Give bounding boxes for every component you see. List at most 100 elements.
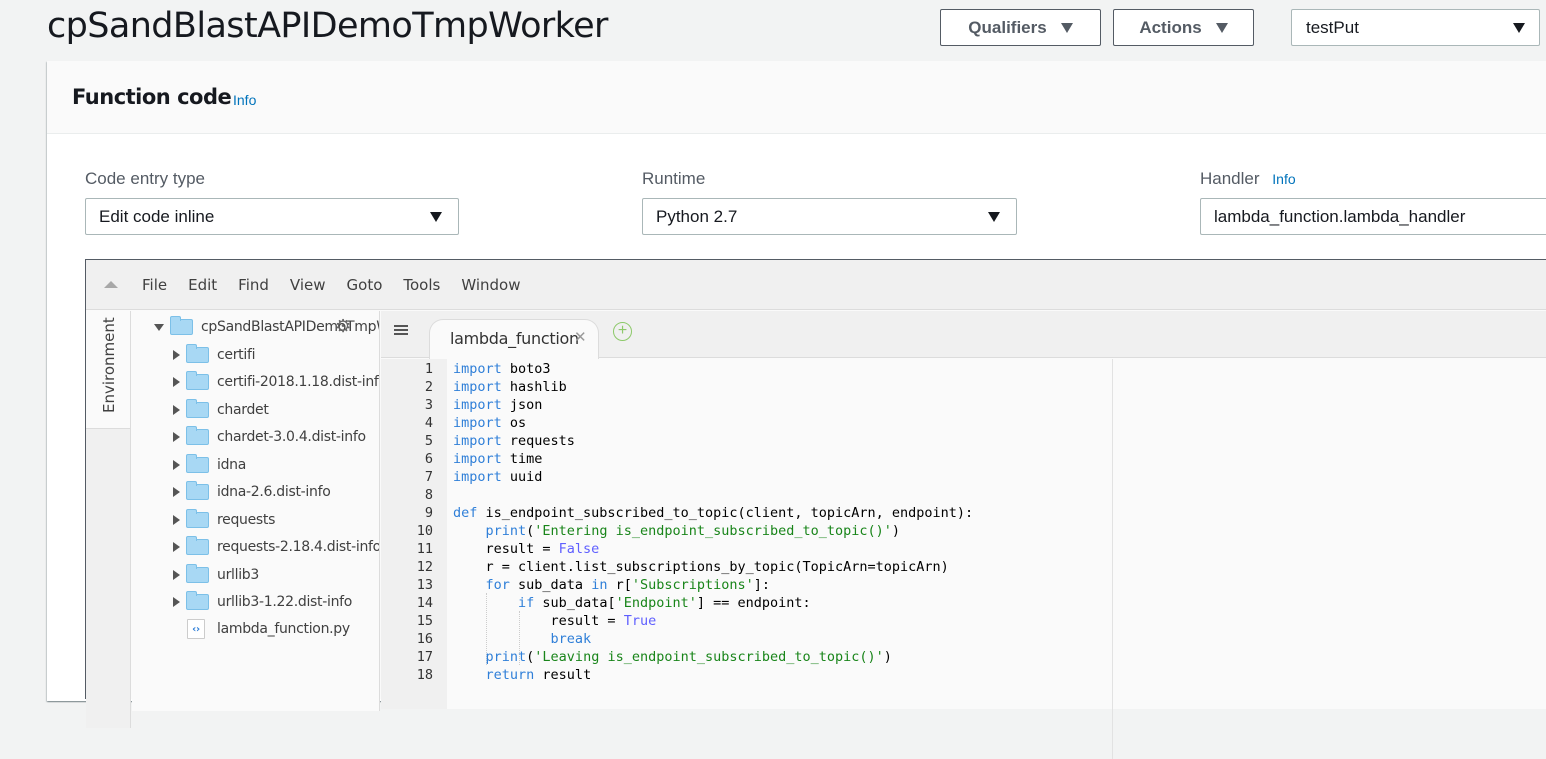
tree-folder[interactable]: urllib3-1.22.dist-info bbox=[173, 591, 352, 613]
collapse-icon[interactable] bbox=[104, 281, 118, 288]
tree-folder-label: chardet-3.0.4.dist-info bbox=[217, 429, 366, 445]
folder-icon bbox=[186, 426, 209, 445]
line-number-gutter: 1 2 3 4 5 6 7 8 9 10 11 12 13 14 15 16 17 18 bbox=[381, 359, 447, 709]
code-line[interactable]: import time bbox=[453, 450, 542, 468]
code-entry-type-value: Edit code inline bbox=[99, 206, 215, 226]
environment-tab[interactable]: Environment bbox=[86, 311, 131, 428]
actions-button[interactable]: Actions bbox=[1113, 9, 1254, 46]
code-entry-type-select[interactable]: Edit code inline bbox=[85, 198, 459, 235]
line-number: 1 bbox=[424, 361, 433, 377]
page-title: cpSandBlastAPIDemoTmpWorker bbox=[47, 6, 608, 46]
caret-down-icon bbox=[1060, 22, 1073, 33]
expanded-arrow-icon bbox=[154, 323, 164, 331]
folder-icon bbox=[170, 316, 193, 335]
tree-folder[interactable]: requests bbox=[173, 509, 275, 531]
handler-label: Handler bbox=[1200, 169, 1260, 188]
code-line[interactable]: import requests bbox=[453, 432, 575, 450]
line-number: 14 bbox=[416, 595, 433, 611]
tree-folder[interactable]: certifi bbox=[173, 344, 255, 366]
line-number: 3 bbox=[424, 397, 433, 413]
tree-folder[interactable]: idna-2.6.dist-info bbox=[173, 481, 331, 503]
code-line[interactable]: import os bbox=[453, 414, 526, 432]
tabs-menu-icon[interactable] bbox=[394, 325, 408, 338]
code-line[interactable]: import json bbox=[453, 396, 542, 414]
menu-file[interactable]: File bbox=[142, 276, 167, 294]
collapsed-arrow-icon bbox=[173, 487, 180, 497]
code-line[interactable]: import uuid bbox=[453, 468, 542, 486]
print-margin bbox=[1112, 359, 1113, 759]
code-line[interactable]: def is_endpoint_subscribed_to_topic(clie… bbox=[453, 504, 973, 522]
tree-folder[interactable]: chardet bbox=[173, 399, 269, 421]
line-number: 7 bbox=[424, 469, 433, 485]
menu-goto[interactable]: Goto bbox=[347, 276, 383, 294]
runtime-select[interactable]: Python 2.7 bbox=[642, 198, 1017, 235]
actions-label: Actions bbox=[1139, 17, 1202, 37]
folder-icon bbox=[186, 509, 209, 528]
menu-view[interactable]: View bbox=[290, 276, 326, 294]
collapsed-arrow-icon bbox=[173, 542, 180, 552]
tree-file[interactable]: ‹› lambda_function.py bbox=[186, 618, 350, 640]
side-tab-strip bbox=[86, 428, 131, 728]
qualifiers-button[interactable]: Qualifiers bbox=[940, 9, 1101, 46]
runtime-value: Python 2.7 bbox=[656, 206, 738, 226]
add-tab-icon[interactable]: + bbox=[613, 322, 632, 341]
code-line[interactable]: return result bbox=[453, 666, 592, 684]
folder-icon bbox=[186, 371, 209, 390]
tree-folder-label: chardet bbox=[217, 402, 269, 418]
code-area[interactable]: import boto3 import hashlib import json imp… bbox=[447, 359, 1546, 759]
code-line[interactable]: result = False bbox=[453, 540, 600, 558]
code-line[interactable]: import boto3 bbox=[453, 360, 551, 378]
menu-find[interactable]: Find bbox=[238, 276, 269, 294]
function-code-info-link[interactable]: Info bbox=[233, 92, 256, 108]
menu-tools[interactable]: Tools bbox=[403, 276, 440, 294]
python-file-icon: ‹› bbox=[187, 619, 205, 639]
code-line[interactable]: if sub_data['Endpoint'] == endpoint: bbox=[453, 594, 811, 612]
tab-label: lambda_function bbox=[450, 329, 579, 348]
caret-down-icon bbox=[1513, 22, 1525, 33]
code-line[interactable]: break bbox=[453, 630, 592, 648]
editor-tab-bar: lambda_function ✕ + bbox=[381, 311, 1546, 359]
code-line[interactable]: r = client.list_subscriptions_by_topic(T… bbox=[453, 558, 949, 576]
tree-folder[interactable]: idna bbox=[173, 454, 246, 476]
code-line[interactable]: print('Entering is_endpoint_subscribed_t… bbox=[453, 522, 901, 540]
tree-folder-label: urllib3 bbox=[217, 567, 259, 583]
line-number: 13 bbox=[416, 577, 433, 593]
tree-folder[interactable]: certifi-2018.1.18.dist-info bbox=[173, 371, 379, 393]
tab-lambda-function[interactable]: lambda_function ✕ bbox=[429, 319, 599, 359]
line-number: 2 bbox=[424, 379, 433, 395]
line-number: 4 bbox=[424, 415, 433, 431]
folder-icon bbox=[186, 536, 209, 555]
folder-icon bbox=[186, 591, 209, 610]
handler-label-row: Handler Info bbox=[1200, 169, 1296, 189]
gear-icon[interactable]: ⚙ bbox=[335, 316, 351, 337]
code-line[interactable]: print('Leaving is_endpoint_subscribed_to… bbox=[453, 648, 892, 666]
tree-folder-label: urllib3-1.22.dist-info bbox=[217, 594, 353, 610]
collapsed-arrow-icon bbox=[173, 377, 180, 387]
code-line[interactable]: for sub_data in r['Subscriptions']: bbox=[453, 576, 771, 594]
close-icon[interactable]: ✕ bbox=[574, 328, 587, 346]
tree-folder-label: certifi bbox=[217, 347, 256, 363]
tree-folder-label: requests-2.18.4.dist-info bbox=[217, 539, 380, 555]
menu-edit[interactable]: Edit bbox=[188, 276, 217, 294]
line-number: 11 bbox=[416, 541, 433, 557]
line-number: 10 bbox=[416, 523, 433, 539]
code-line[interactable]: result = True bbox=[453, 612, 657, 630]
code-line[interactable]: import hashlib bbox=[453, 378, 567, 396]
test-event-value: testPut bbox=[1306, 17, 1359, 37]
tree-folder[interactable]: chardet-3.0.4.dist-info bbox=[173, 426, 366, 448]
menu-window[interactable]: Window bbox=[461, 276, 520, 294]
panel-title: Function code bbox=[72, 85, 232, 109]
handler-input[interactable]: lambda_function.lambda_handler bbox=[1200, 198, 1546, 235]
test-event-select[interactable]: testPut bbox=[1291, 9, 1540, 46]
line-number: 5 bbox=[424, 433, 433, 449]
file-tree: cpSandBlastAPIDemoTmpW ⚙ certifi certifi… bbox=[132, 311, 380, 711]
line-number: 8 bbox=[424, 487, 433, 503]
caret-down-icon bbox=[1215, 22, 1228, 33]
collapsed-arrow-icon bbox=[173, 432, 180, 442]
handler-info-link[interactable]: Info bbox=[1272, 171, 1295, 187]
environment-tab-label: Environment bbox=[100, 317, 118, 413]
line-number: 18 bbox=[416, 667, 433, 683]
collapsed-arrow-icon bbox=[173, 570, 180, 580]
tree-folder[interactable]: urllib3 bbox=[173, 564, 259, 586]
tree-folder[interactable]: requests-2.18.4.dist-info bbox=[173, 536, 380, 558]
